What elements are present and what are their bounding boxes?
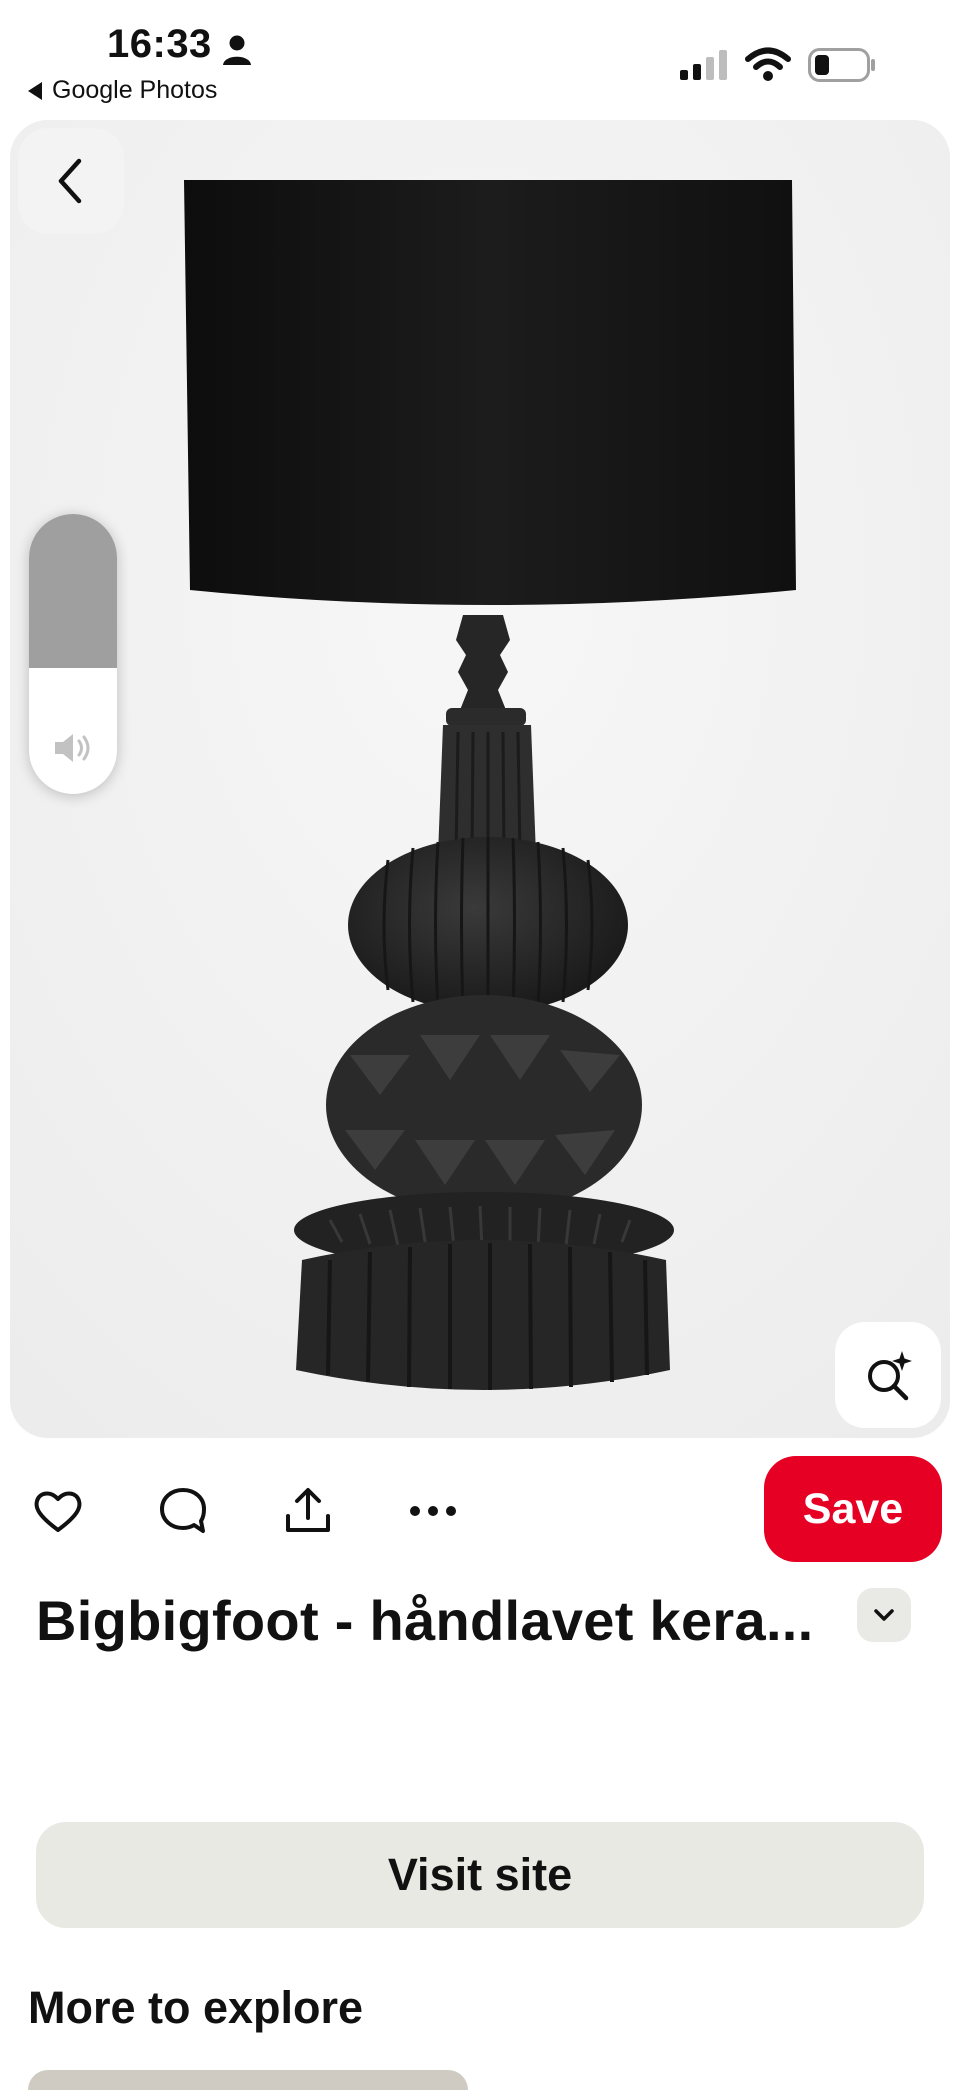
share-icon	[286, 1488, 330, 1532]
share-button[interactable]	[280, 1483, 336, 1539]
wifi-icon	[745, 47, 791, 81]
lamp-image	[10, 120, 950, 1438]
volume-level-fill	[29, 514, 117, 668]
person-icon	[223, 35, 251, 65]
save-button[interactable]: Save	[764, 1456, 942, 1562]
signal-icon	[680, 50, 727, 80]
related-pin-thumbnail[interactable]	[28, 2070, 468, 2090]
visual-search-icon	[868, 1351, 912, 1401]
speaker-icon	[55, 734, 90, 762]
more-to-explore-heading: More to explore	[28, 1982, 364, 2033]
back-app-label: Google Photos	[52, 76, 218, 104]
chevron-left-icon	[58, 158, 82, 204]
more-icon	[410, 1506, 456, 1516]
expand-details-button[interactable]	[857, 1588, 911, 1642]
chevron-down-icon	[874, 1609, 894, 1621]
visual-search-button[interactable]	[835, 1322, 941, 1428]
status-time: 16:33	[107, 22, 212, 66]
pin-title: Bigbigfoot - håndlavet kera...	[36, 1589, 814, 1652]
back-triangle-icon	[28, 81, 42, 100]
like-button[interactable]	[30, 1483, 86, 1539]
comment-icon	[160, 1488, 206, 1533]
pin-image[interactable]	[10, 120, 950, 1438]
back-button[interactable]	[18, 128, 124, 234]
visit-site-button[interactable]: Visit site	[36, 1822, 924, 1928]
heart-icon	[34, 1491, 82, 1532]
back-to-app-link[interactable]: Google Photos	[28, 76, 217, 105]
battery-icon	[808, 48, 875, 82]
status-bar: 16:33 Google Photos	[0, 0, 960, 115]
comment-button[interactable]	[155, 1483, 211, 1539]
volume-hud	[29, 514, 117, 794]
more-options-button[interactable]	[405, 1483, 461, 1539]
